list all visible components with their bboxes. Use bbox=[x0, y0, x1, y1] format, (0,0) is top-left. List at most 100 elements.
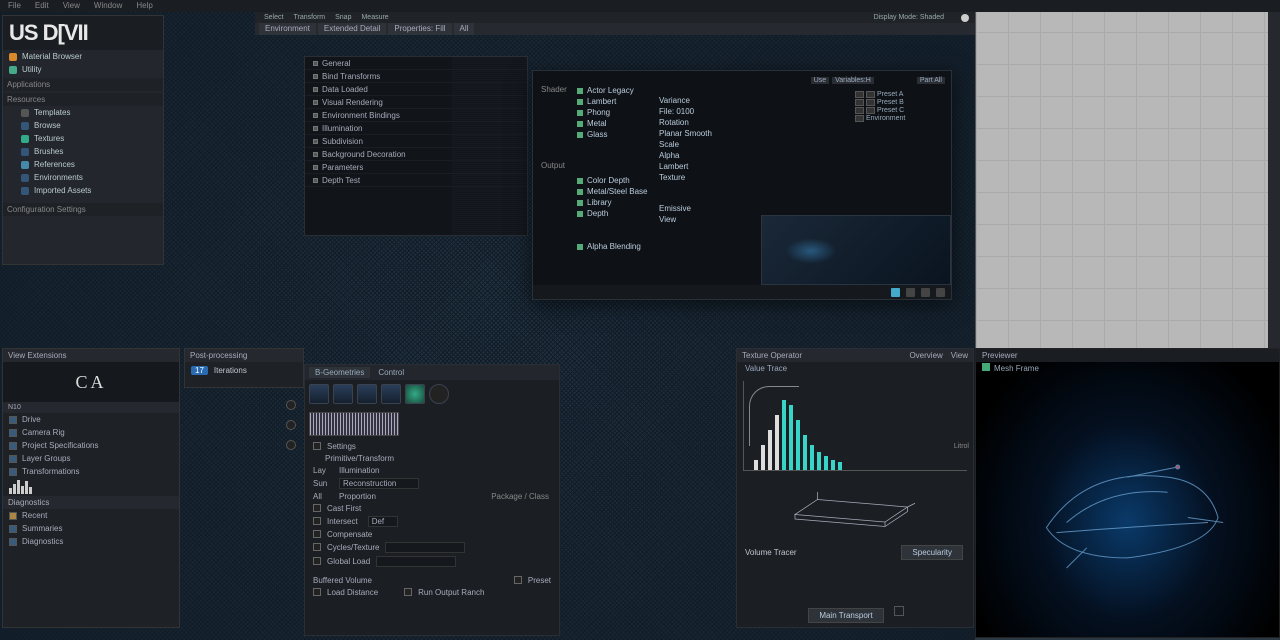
tool-select[interactable]: Select bbox=[261, 14, 286, 21]
thumb[interactable] bbox=[381, 384, 401, 404]
detail-row[interactable]: Actor Legacy bbox=[577, 85, 634, 96]
tab-all[interactable]: All bbox=[454, 23, 475, 35]
tool-measure[interactable]: Measure bbox=[358, 14, 391, 21]
detail-row[interactable]: Library bbox=[577, 197, 647, 208]
detail-row[interactable]: Alpha bbox=[659, 150, 712, 161]
insp-row[interactable]: LayIllumination bbox=[305, 464, 559, 476]
display-mode[interactable]: Display Mode: Shaded bbox=[871, 14, 947, 21]
detail-row[interactable]: Metal bbox=[577, 118, 634, 129]
detail-row[interactable]: Depth bbox=[577, 208, 647, 219]
copy-icon[interactable] bbox=[921, 288, 930, 297]
tree-item[interactable]: Browse bbox=[15, 119, 163, 132]
insp-input[interactable] bbox=[368, 516, 398, 527]
insp-row[interactable]: Cycles/Texture bbox=[305, 540, 559, 554]
detail-row[interactable]: Emissive bbox=[659, 203, 712, 214]
checkbox[interactable] bbox=[313, 543, 321, 551]
checkbox[interactable] bbox=[313, 588, 321, 596]
detail-row[interactable]: Lambert bbox=[659, 161, 712, 172]
detail-row[interactable]: Texture bbox=[659, 172, 712, 183]
insp-row[interactable]: AllProportionPackage / Class bbox=[305, 490, 559, 502]
insp-row[interactable]: Intersect bbox=[305, 514, 559, 528]
expand-icon[interactable] bbox=[313, 74, 318, 79]
tab-detail[interactable]: Extended Detail bbox=[318, 23, 386, 35]
tab-properties[interactable]: Properties: Fill bbox=[388, 23, 451, 35]
insp-row[interactable]: Global Load bbox=[305, 554, 559, 568]
thumb[interactable] bbox=[357, 384, 377, 404]
menu-help[interactable]: Help bbox=[136, 1, 152, 11]
checkbox[interactable] bbox=[404, 588, 412, 596]
menu-window[interactable]: Window bbox=[94, 1, 122, 11]
detail-row[interactable]: Planar Smooth bbox=[659, 128, 712, 139]
checkbox[interactable] bbox=[313, 504, 321, 512]
menu-file[interactable]: File bbox=[8, 1, 21, 11]
menu-view[interactable]: View bbox=[63, 1, 80, 11]
expand-icon[interactable] bbox=[313, 126, 318, 131]
insp-row[interactable]: Compensate bbox=[305, 528, 559, 540]
tree-item[interactable]: Templates bbox=[15, 106, 163, 119]
expand-icon[interactable] bbox=[313, 178, 318, 183]
moon-icon[interactable] bbox=[961, 14, 969, 22]
tag[interactable]: Variables:H bbox=[832, 77, 874, 84]
asset-item[interactable]: Transformations bbox=[3, 465, 179, 478]
tool-a-icon[interactable] bbox=[286, 400, 296, 410]
thumb[interactable] bbox=[429, 384, 449, 404]
settings-icon[interactable] bbox=[936, 288, 945, 297]
tab-environment[interactable]: Environment bbox=[259, 23, 316, 35]
specularity-button[interactable]: Specularity bbox=[901, 545, 963, 560]
tag[interactable]: Use bbox=[811, 77, 829, 84]
chat-icon[interactable] bbox=[891, 288, 900, 297]
analysis-tab[interactable]: Overview bbox=[909, 351, 942, 360]
preset-chip[interactable]: Preset A bbox=[855, 91, 945, 98]
detail-row[interactable]: Scale bbox=[659, 139, 712, 150]
sidebar-item-utility[interactable]: Utility bbox=[3, 63, 163, 76]
sidebar-footer[interactable]: Configuration Settings bbox=[3, 203, 163, 216]
preset-chip[interactable]: Environment bbox=[855, 115, 945, 122]
insp-input[interactable] bbox=[385, 542, 465, 553]
tool-snap[interactable]: Snap bbox=[332, 14, 354, 21]
preset-chip[interactable]: Preset B bbox=[855, 99, 945, 106]
analysis-tab[interactable]: View bbox=[951, 351, 968, 360]
detail-row[interactable]: Color Depth bbox=[577, 175, 647, 186]
menu-edit[interactable]: Edit bbox=[35, 1, 49, 11]
main-transport-button[interactable]: Main Transport bbox=[808, 608, 883, 623]
material-thumbnail[interactable] bbox=[761, 215, 951, 285]
tool-c-icon[interactable] bbox=[286, 440, 296, 450]
insp-row[interactable]: Sun bbox=[305, 476, 559, 490]
insp-input[interactable] bbox=[339, 478, 419, 489]
checkbox[interactable] bbox=[313, 517, 321, 525]
expand-icon[interactable] bbox=[313, 152, 318, 157]
checkbox[interactable] bbox=[313, 530, 321, 538]
expand-icon[interactable] bbox=[313, 100, 318, 105]
insp-tab-control[interactable]: Control bbox=[372, 367, 410, 378]
trash-icon[interactable] bbox=[906, 288, 915, 297]
detail-row[interactable]: Metal/Steel Base bbox=[577, 186, 647, 197]
detail-row[interactable]: Lambert bbox=[577, 96, 634, 107]
viewport-grid[interactable] bbox=[975, 0, 1280, 350]
insp-input[interactable] bbox=[376, 556, 456, 567]
asset-item[interactable]: Project Specifications bbox=[3, 439, 179, 452]
tree-item[interactable]: Textures bbox=[15, 132, 163, 145]
bitmap-preview[interactable] bbox=[309, 412, 399, 436]
detail-row[interactable]: Phong bbox=[577, 107, 634, 118]
tree-item[interactable]: References bbox=[15, 158, 163, 171]
detail-row[interactable]: Glass bbox=[577, 129, 634, 140]
detail-row[interactable]: Alpha Blending bbox=[577, 241, 641, 252]
tag[interactable]: Part All bbox=[917, 77, 945, 84]
tree-item[interactable]: Environments bbox=[15, 171, 163, 184]
sidebar-item-materials[interactable]: Material Browser bbox=[3, 50, 163, 63]
asset-item[interactable]: Drive bbox=[3, 413, 179, 426]
expand-icon[interactable] bbox=[313, 113, 318, 118]
expand-icon[interactable] bbox=[313, 165, 318, 170]
detail-row[interactable]: File: 0100 bbox=[659, 106, 712, 117]
asset-item[interactable]: Recent bbox=[3, 509, 179, 522]
expand-icon[interactable] bbox=[313, 87, 318, 92]
tool-transform[interactable]: Transform bbox=[290, 14, 328, 21]
insp-row[interactable]: Cast First bbox=[305, 502, 559, 514]
detail-row[interactable]: Variance bbox=[659, 95, 712, 106]
thumb[interactable] bbox=[309, 384, 329, 404]
checkbox[interactable] bbox=[313, 442, 321, 450]
detail-row[interactable]: View bbox=[659, 214, 712, 225]
thumb-active[interactable] bbox=[405, 384, 425, 404]
detail-row[interactable]: Rotation bbox=[659, 117, 712, 128]
asset-item[interactable]: Diagnostics bbox=[3, 535, 179, 548]
